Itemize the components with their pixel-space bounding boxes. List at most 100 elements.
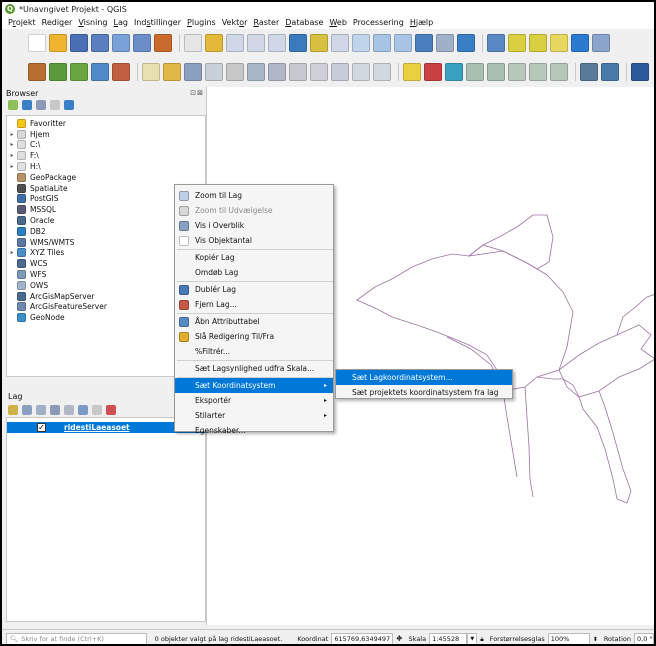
context-menu-item[interactable]: Sæt Lagsynlighed udfra Skala...	[175, 361, 333, 376]
expand-arrow-icon[interactable]: ▸	[7, 163, 17, 170]
add-selected-layers-icon[interactable]	[8, 100, 18, 110]
save-project-icon[interactable]	[70, 34, 88, 52]
layout-manager-icon[interactable]	[133, 34, 151, 52]
pin-labels-icon[interactable]	[466, 63, 484, 81]
pan-to-selection-icon[interactable]	[205, 34, 223, 52]
change-label-icon[interactable]	[550, 63, 568, 81]
browser-item[interactable]: Favoritter	[7, 118, 205, 129]
filter-expression-icon[interactable]	[64, 405, 74, 415]
identify-icon[interactable]	[487, 34, 505, 52]
submenu-item[interactable]: Sæt Lagkoordinatsystem...	[336, 370, 512, 385]
zoom-selection-icon[interactable]	[310, 34, 328, 52]
expand-arrow-icon[interactable]: ▸	[7, 152, 17, 159]
filter-legend-icon[interactable]	[50, 405, 60, 415]
menu-item[interactable]: Web	[329, 18, 346, 27]
show-hide-labels-icon[interactable]	[487, 63, 505, 81]
panel-float-close-icon[interactable]: ⊡⊠	[190, 89, 204, 97]
field-calculator-icon[interactable]	[571, 34, 589, 52]
context-menu-item[interactable]: Fjern Lag...	[175, 297, 333, 312]
save-edits-icon[interactable]	[184, 63, 202, 81]
manage-map-themes-icon[interactable]	[36, 405, 46, 415]
digitize-icon[interactable]	[205, 63, 223, 81]
move-feature-icon[interactable]	[247, 63, 265, 81]
expand-arrow-icon[interactable]: ▸	[7, 249, 17, 256]
menu-item[interactable]: Indstillinger	[134, 18, 181, 27]
paste-features-icon[interactable]	[331, 63, 349, 81]
filter-icon[interactable]	[36, 100, 46, 110]
delete-selected-icon[interactable]	[268, 63, 286, 81]
statistics-icon[interactable]	[592, 34, 610, 52]
context-menu-item[interactable]: Eksportér ▸	[175, 393, 333, 408]
context-menu-item[interactable]: Sæt Koordinatsystem ▸	[175, 378, 333, 393]
context-menu-item[interactable]: Zoom til Lag	[175, 188, 333, 203]
open-project-icon[interactable]	[49, 34, 67, 52]
context-menu-item[interactable]: Slå Redigering Til/Fra	[175, 329, 333, 344]
submenu-item[interactable]: Sæt projektets koordinatsystem fra lag	[336, 385, 512, 400]
menu-item[interactable]: Rediger	[42, 18, 73, 27]
magnifier-field[interactable]: 100%	[547, 633, 590, 644]
menu-item[interactable]: Vektor	[222, 18, 248, 27]
context-menu-item[interactable]: Kopiér Lag	[175, 250, 333, 265]
add-group-icon[interactable]	[22, 405, 32, 415]
new-layer-icon[interactable]	[49, 63, 67, 81]
expand-all-icon[interactable]	[78, 405, 88, 415]
pencil-icon[interactable]	[142, 63, 160, 81]
rotate-label-icon[interactable]	[529, 63, 547, 81]
deselect-icon[interactable]	[550, 34, 568, 52]
layer-labeling-icon[interactable]	[424, 63, 442, 81]
zoom-last-icon[interactable]	[373, 34, 391, 52]
zoom-rubberband-icon[interactable]	[268, 34, 286, 52]
gps-icon[interactable]	[580, 63, 598, 81]
copy-features-icon[interactable]	[310, 63, 328, 81]
context-menu-item[interactable]: Omdøb Lag	[175, 265, 333, 280]
context-menu-item[interactable]: Stilarter ▸	[175, 408, 333, 423]
expand-arrow-icon[interactable]: ▸	[7, 131, 17, 138]
new-map-view-icon[interactable]	[415, 34, 433, 52]
browser-item[interactable]: ▸ Hjem	[7, 129, 205, 140]
new-layout-icon[interactable]	[112, 34, 130, 52]
coordinate-field[interactable]: 615769,6349497	[331, 633, 394, 644]
cut-features-icon[interactable]	[289, 63, 307, 81]
collapse-all-icon[interactable]	[92, 405, 102, 415]
vertex-tool-icon[interactable]	[226, 63, 244, 81]
add-delimited-text-icon[interactable]	[91, 63, 109, 81]
edit-toggle-icon[interactable]	[163, 63, 181, 81]
menu-item[interactable]: Processering	[353, 18, 404, 27]
refresh-icon[interactable]	[457, 34, 475, 52]
save-as-icon[interactable]	[91, 34, 109, 52]
move-label-icon[interactable]	[508, 63, 526, 81]
menu-item[interactable]: Lag	[113, 18, 127, 27]
diagram-icon[interactable]	[445, 63, 463, 81]
refresh-icon[interactable]	[22, 100, 32, 110]
properties-icon[interactable]	[64, 100, 74, 110]
context-menu-item[interactable]: Vis Objektantal	[175, 233, 333, 248]
menu-item[interactable]: Hjælp	[410, 18, 433, 27]
new-project-icon[interactable]	[28, 34, 46, 52]
zoom-out-icon[interactable]	[247, 34, 265, 52]
select-area-icon[interactable]	[529, 34, 547, 52]
bookmark-icon[interactable]	[436, 34, 454, 52]
remove-layer-icon[interactable]	[106, 405, 116, 415]
locator-search-input[interactable]: 🔍︎ Skriv for at finde (Ctrl+K)	[6, 632, 147, 644]
menu-item[interactable]: Plugins	[187, 18, 216, 27]
pan-icon[interactable]	[184, 34, 202, 52]
menu-item[interactable]: Visning	[78, 18, 107, 27]
open-layer-styling-icon[interactable]	[8, 405, 18, 415]
magnifier-spinner-icon[interactable]: ⬍	[593, 636, 598, 643]
context-menu-item[interactable]: Dublér Lag	[175, 282, 333, 297]
redo-icon[interactable]	[373, 63, 391, 81]
zoom-next-icon[interactable]	[394, 34, 412, 52]
menu-item[interactable]: Raster	[253, 18, 279, 27]
scale-field[interactable]: 1:45528	[429, 633, 468, 644]
python-console-icon[interactable]	[601, 63, 619, 81]
browser-item[interactable]: GeoPackage	[7, 172, 205, 183]
rotation-field[interactable]: 0,0 °	[634, 633, 654, 644]
add-vector-icon[interactable]	[70, 63, 88, 81]
context-menu-item[interactable]: Åbn Attributtabel	[175, 314, 333, 329]
undo-icon[interactable]	[352, 63, 370, 81]
select-features-icon[interactable]	[508, 34, 526, 52]
data-source-manager-icon[interactable]	[28, 63, 46, 81]
plugin-icon[interactable]	[631, 63, 649, 81]
lock-icon[interactable]: 🔒︎	[480, 635, 483, 644]
menu-item[interactable]: Projekt	[8, 18, 36, 27]
